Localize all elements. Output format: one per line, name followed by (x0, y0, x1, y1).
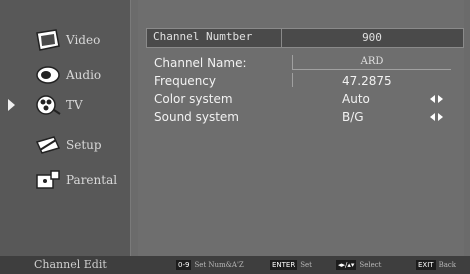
key-badge: EXIT (416, 260, 436, 270)
frequency-row[interactable]: Frequency 47.2875 (154, 73, 454, 88)
sidebar-item-label: Audio (66, 68, 102, 82)
channel-name-label: Channel Name: (154, 56, 247, 70)
selected-arrow-icon (8, 99, 15, 111)
color-system-label: Color system (154, 92, 233, 106)
audio-icon (36, 66, 60, 84)
footer-title: Channel Edit (34, 258, 107, 271)
frequency-label: Frequency (154, 74, 216, 88)
sidebar-item-label: Setup (66, 138, 102, 152)
key-badge: ◂▸/▴▾ (336, 260, 357, 270)
sidebar-item-label: Video (66, 33, 101, 47)
left-right-arrows-icon[interactable] (430, 95, 444, 103)
video-icon (36, 29, 60, 51)
osd-screen: Video Audio TV Setup Parental Channel Nu… (0, 0, 470, 274)
channel-name-value[interactable]: ARD (292, 55, 451, 70)
setup-icon (35, 136, 61, 154)
sidebar-item-label: Parental (66, 173, 118, 187)
frequency-value: 47.2875 (342, 74, 392, 88)
channel-number-row[interactable]: Channel Numtber 900 (146, 28, 464, 48)
key-badge: ENTER (270, 260, 298, 270)
hint-enter: ENTER Set (270, 260, 312, 270)
sidebar-menu: Video Audio TV Setup Parental (0, 0, 131, 256)
footer-bar: Channel Edit 0-9 Set Num&A'Z ENTER Set ◂… (0, 256, 470, 274)
tv-icon (36, 95, 61, 115)
channel-name-row[interactable]: Channel Name: ARD (154, 55, 454, 70)
sidebar-item-audio[interactable]: Audio (0, 60, 130, 90)
hint-exit: EXIT Back (416, 260, 456, 270)
sound-system-value: B/G (342, 110, 364, 124)
sidebar-item-label: TV (66, 98, 83, 112)
settings-panel: Channel Numtber 900 Channel Name: ARD Fr… (138, 0, 464, 256)
sidebar-item-tv[interactable]: TV (0, 90, 130, 120)
left-right-arrows-icon[interactable] (430, 113, 444, 121)
hint-text: Set (300, 261, 312, 269)
hint-text: Set Num&A'Z (194, 261, 244, 269)
color-system-value: Auto (342, 92, 370, 106)
sidebar-item-video[interactable]: Video (0, 25, 130, 55)
sidebar-item-setup[interactable]: Setup (0, 130, 130, 160)
sound-system-label: Sound system (154, 110, 239, 124)
hint-text: Back (438, 261, 457, 269)
sidebar-item-parental[interactable]: Parental (0, 165, 130, 195)
color-system-row[interactable]: Color system Auto (154, 92, 454, 106)
hint-text: Select (359, 261, 382, 269)
channel-number-label: Channel Numtber (153, 30, 253, 43)
parental-icon (36, 170, 60, 189)
channel-number-value: 900 (281, 29, 462, 47)
hint-number-keys: 0-9 Set Num&A'Z (176, 260, 244, 270)
hint-select: ◂▸/▴▾ Select (336, 260, 381, 270)
key-badge: 0-9 (176, 260, 192, 270)
sound-system-row[interactable]: Sound system B/G (154, 110, 454, 124)
